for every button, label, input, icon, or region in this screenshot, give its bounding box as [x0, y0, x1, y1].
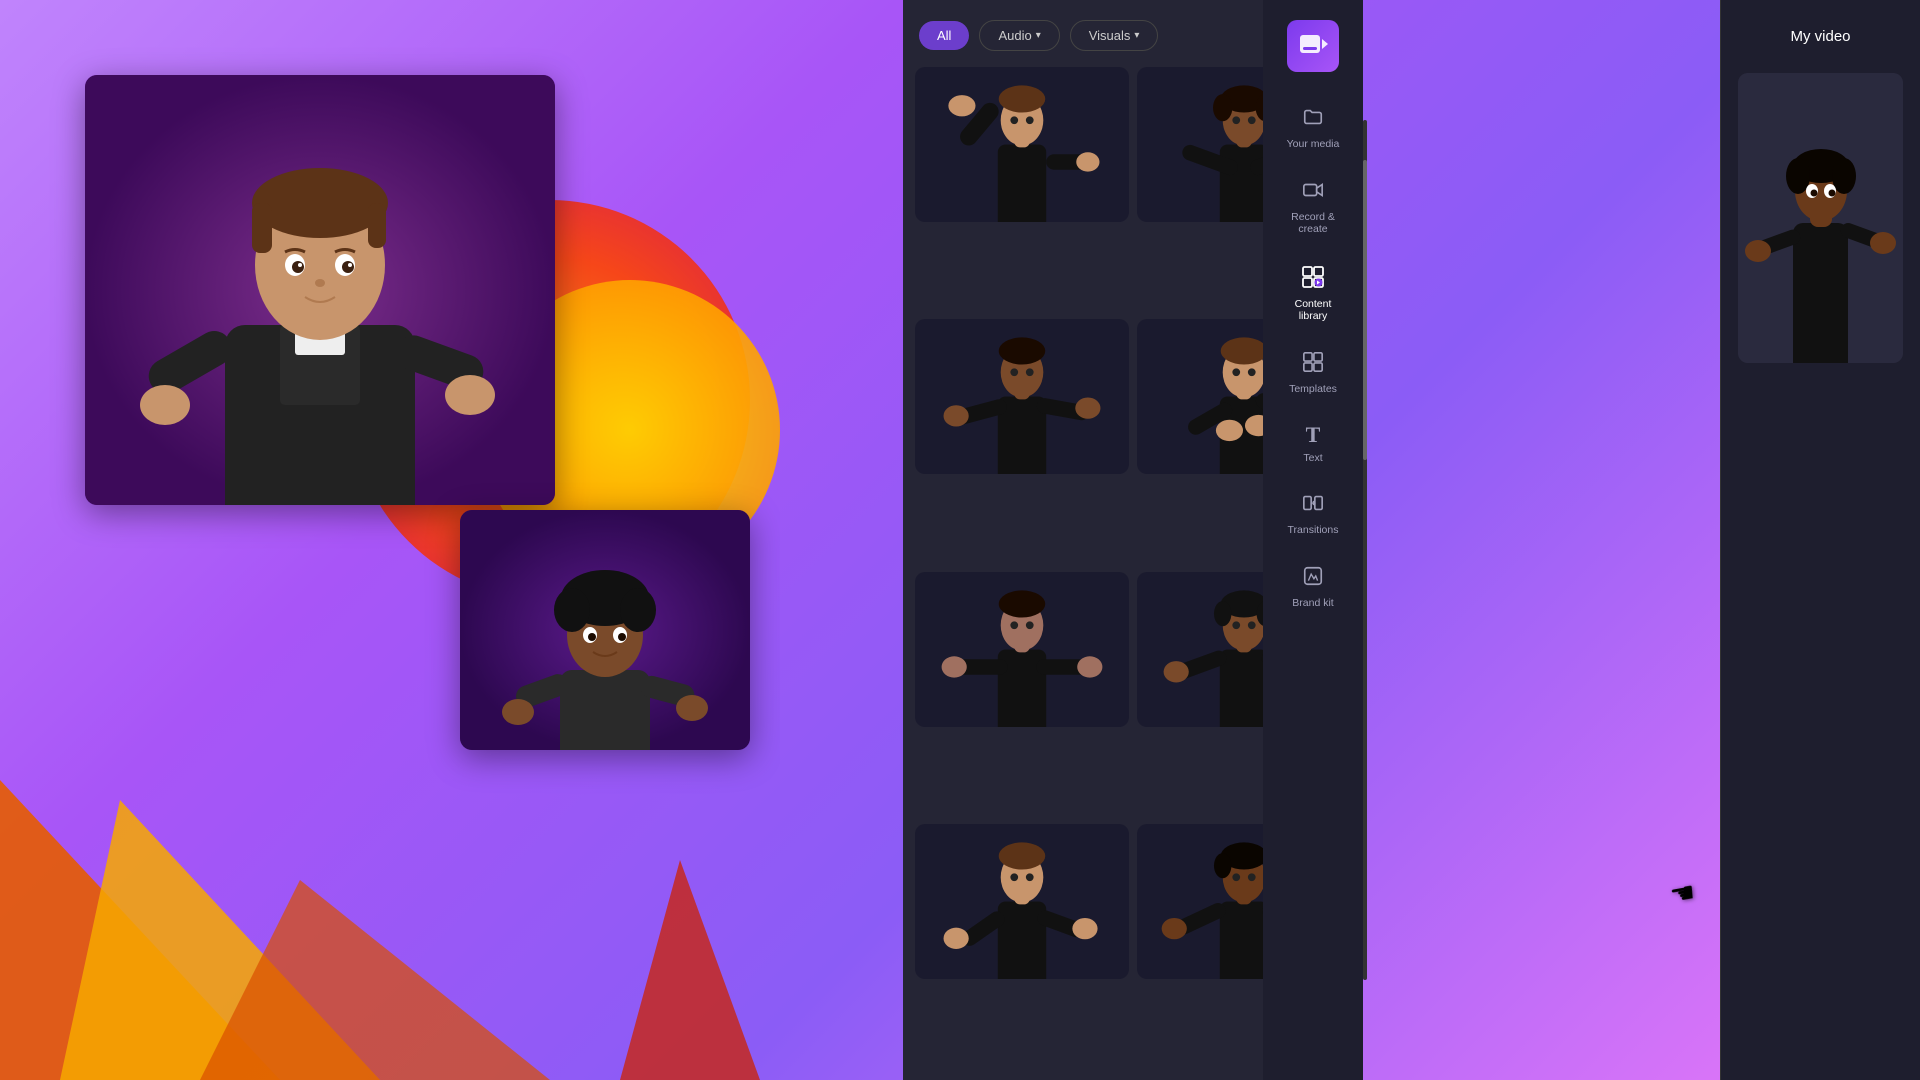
sidebar-label-transitions: Transitions: [1288, 524, 1339, 537]
avatar-thumbnail-1: [915, 67, 1129, 222]
sidebar-item-text[interactable]: T Text: [1263, 410, 1363, 479]
audio-dropdown-arrow: ▾: [1036, 30, 1041, 41]
avatar-thumbnail-3: [915, 319, 1129, 474]
avatar-card-7[interactable]: [915, 824, 1129, 979]
main-video-card[interactable]: [85, 75, 555, 505]
visuals-dropdown-arrow: ▾: [1134, 30, 1139, 41]
audio-label: Audio: [998, 28, 1031, 43]
brand-kit-icon: [1302, 565, 1324, 591]
my-video-content: [1721, 61, 1920, 1080]
avatar-card-5[interactable]: [915, 572, 1129, 727]
sidebar-item-content-library[interactable]: Contentlibrary: [1263, 250, 1363, 337]
transitions-icon: [1302, 492, 1324, 518]
my-video-avatar: [1738, 73, 1903, 363]
app-logo: [1287, 20, 1339, 72]
sidebar-label-content-library: Contentlibrary: [1295, 298, 1332, 323]
sidebar-item-your-media[interactable]: Your media: [1263, 92, 1363, 165]
sidebar-label-templates: Templates: [1289, 383, 1337, 396]
scrollbar-track[interactable]: [1363, 120, 1367, 980]
sidebar-item-templates[interactable]: Templates: [1263, 337, 1363, 410]
my-video-title: My video: [1721, 0, 1920, 61]
filter-visuals-button[interactable]: Visuals ▾: [1070, 20, 1159, 51]
secondary-avatar-svg: [460, 510, 750, 750]
sidebar-label-your-media: Your media: [1287, 138, 1340, 151]
visuals-label: Visuals: [1089, 28, 1131, 43]
my-video-card[interactable]: [1738, 73, 1903, 363]
avatar-card-3[interactable]: [915, 319, 1129, 474]
sidebar-label-brand-kit: Brand kit: [1292, 597, 1333, 610]
main-avatar-svg: [85, 75, 555, 505]
cursor-pointer: ☚: [1667, 875, 1697, 912]
filter-audio-button[interactable]: Audio ▾: [979, 20, 1059, 51]
avatar-thumbnail-7: [915, 824, 1129, 979]
my-video-panel: My video: [1720, 0, 1920, 1080]
canvas-area: [0, 0, 780, 1080]
sidebar-label-record-create: Record &create: [1291, 211, 1335, 236]
text-icon: T: [1306, 424, 1321, 446]
sidebar-item-record-create[interactable]: Record &create: [1263, 165, 1363, 250]
bg-bottom-shapes: [0, 700, 780, 1080]
sidebar-item-brand-kit[interactable]: Brand kit: [1263, 551, 1363, 624]
sidebar: Your media Record &create Contentlibrary: [1263, 0, 1363, 1080]
avatar-card-1[interactable]: [915, 67, 1129, 222]
secondary-video-card[interactable]: [460, 510, 750, 750]
avatar-thumbnail-5: [915, 572, 1129, 727]
record-icon: [1302, 179, 1324, 205]
sidebar-label-text: Text: [1303, 452, 1322, 465]
templates-icon: [1302, 351, 1324, 377]
logo-icon: [1298, 31, 1328, 61]
scrollbar-thumb[interactable]: [1363, 160, 1367, 460]
filter-all-button[interactable]: All: [919, 21, 969, 50]
folder-icon: [1302, 106, 1324, 132]
sidebar-item-transitions[interactable]: Transitions: [1263, 478, 1363, 551]
content-library-icon: [1301, 264, 1325, 292]
